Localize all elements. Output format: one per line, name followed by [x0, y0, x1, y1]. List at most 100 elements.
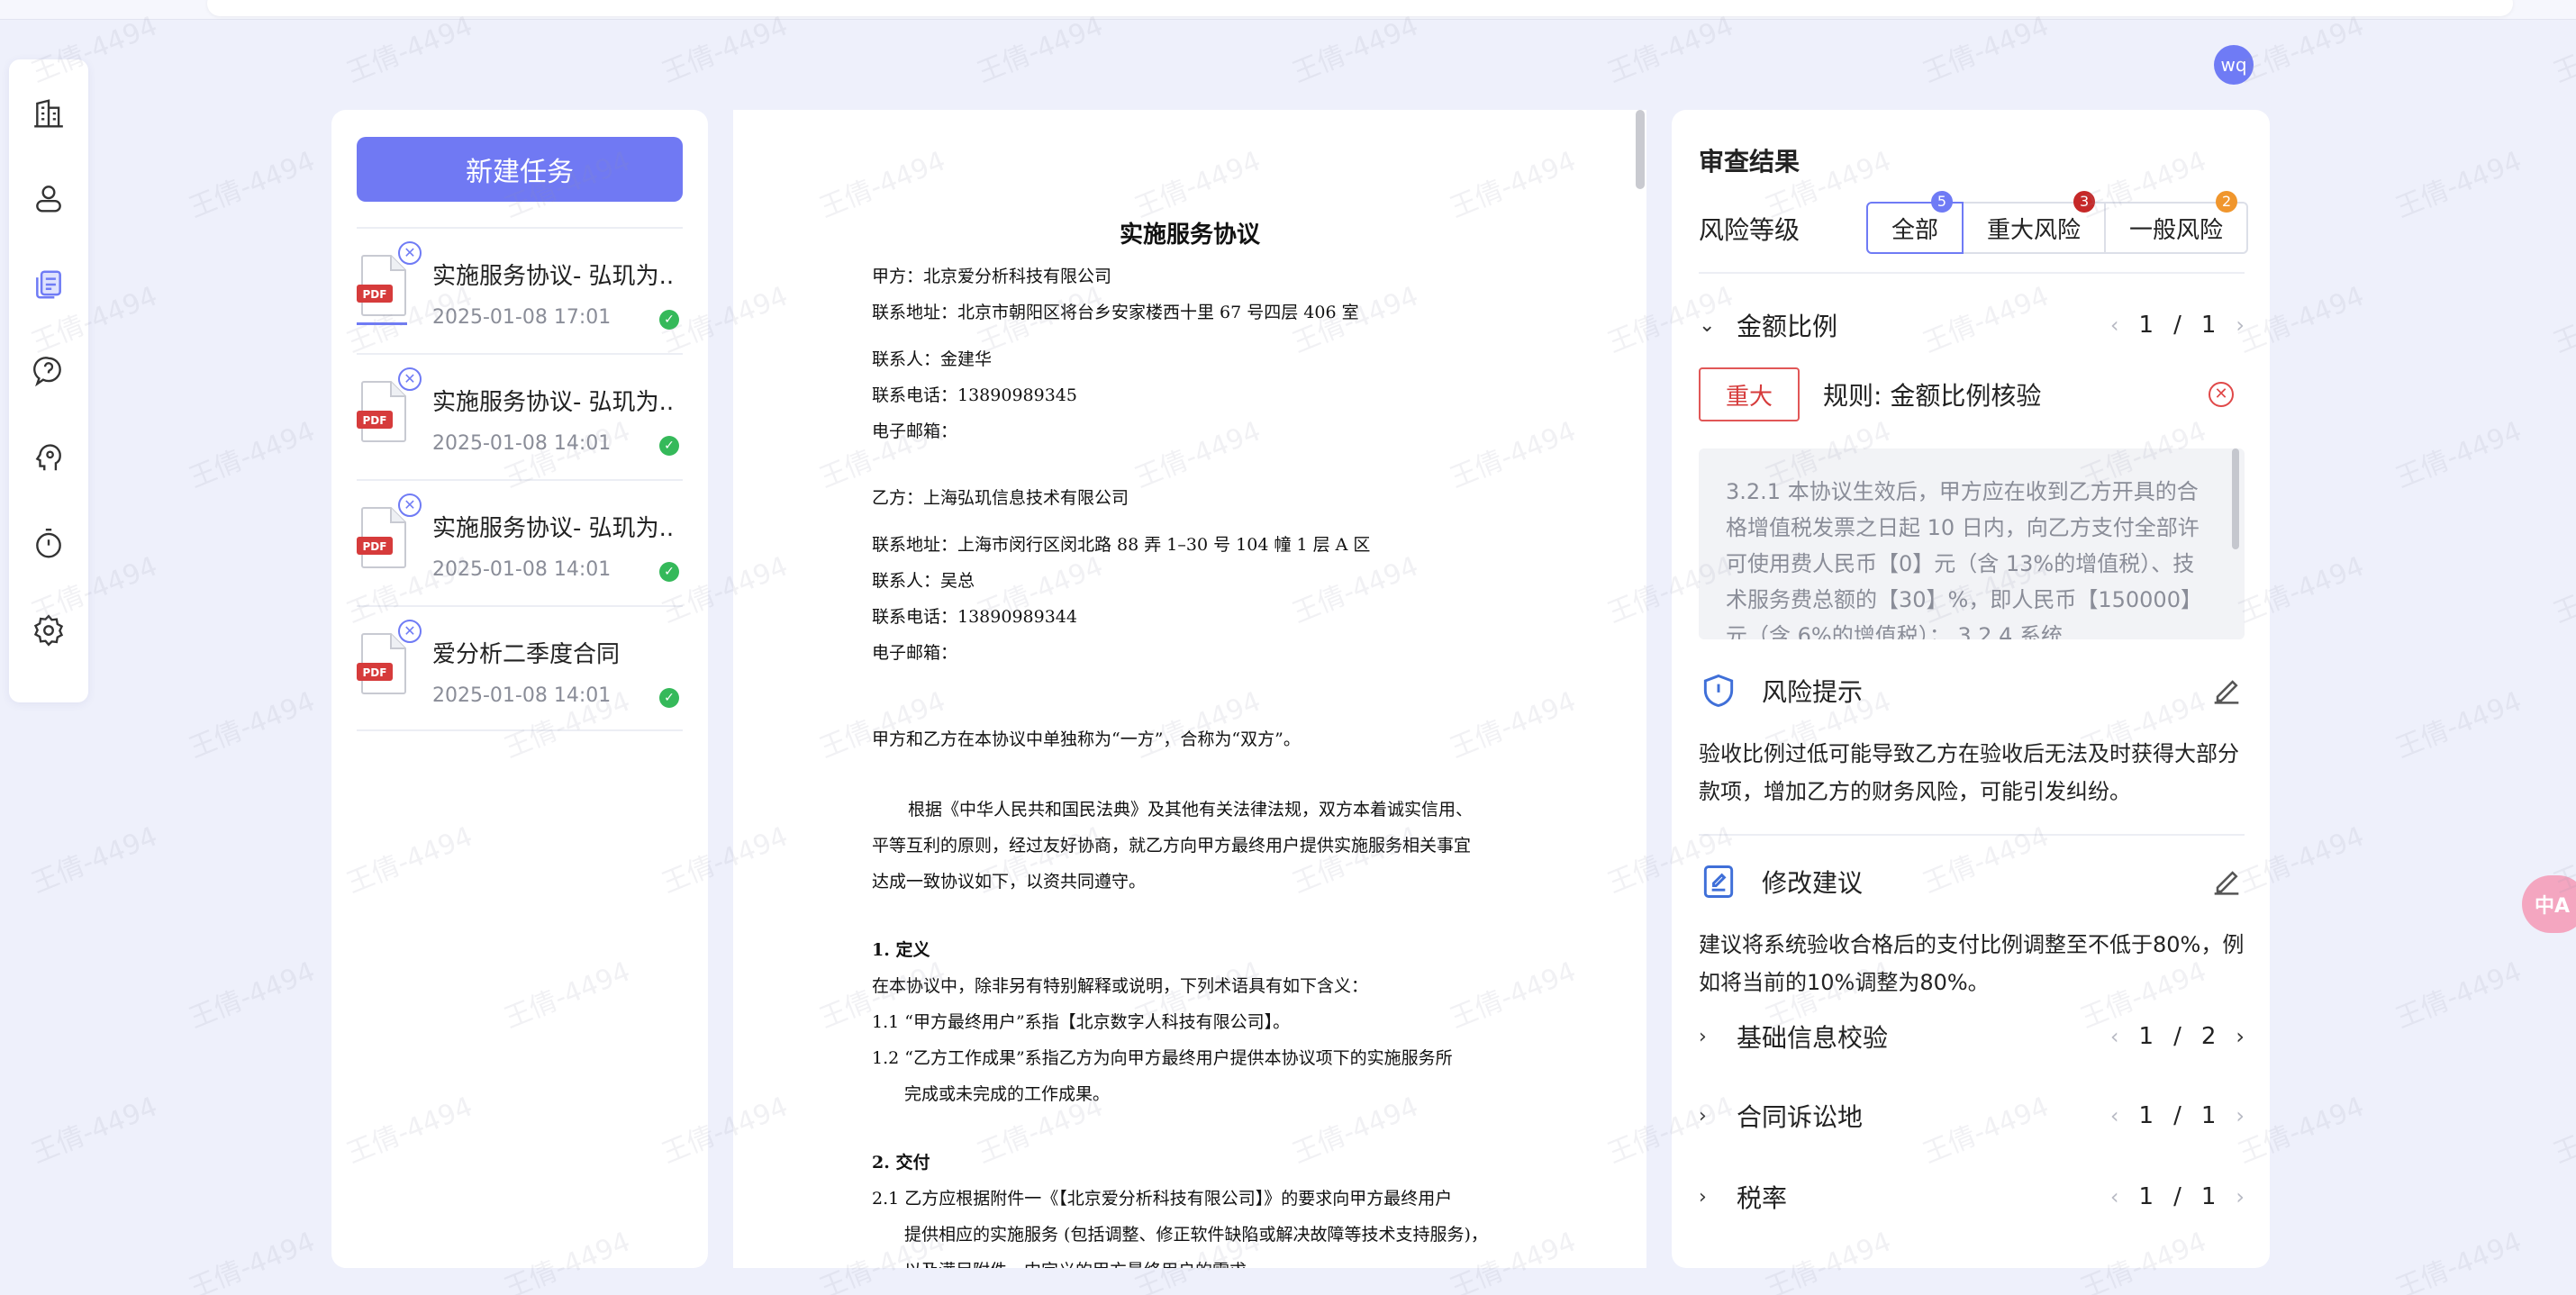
risk-tab[interactable]: 一般风险 2 — [2104, 191, 2249, 254]
contract-document: 实施服务协议 甲方：北京爱分析科技有限公司 联系地址：北京市朝阳区将台乡安家楼西十… — [733, 110, 1646, 1268]
contract-excerpt[interactable]: 3.2.1 本协议生效后，甲方应在收到乙方开具的合格增值税发票之日起 10 日内… — [1699, 448, 2245, 639]
remove-task-icon[interactable]: ✕ — [398, 241, 422, 265]
document-line: 1. 定义 — [872, 940, 930, 960]
nav-help-icon[interactable] — [31, 353, 67, 389]
nav-rail — [9, 59, 88, 702]
pdf-label: PDF — [363, 540, 387, 553]
task-list: PDF ✕ 实施服务协议- 弘玑为... 2025-01-08 17:01 ✓ PDF ✕ 实… — [357, 227, 683, 731]
pdf-file-icon: PDF — [357, 633, 406, 694]
prev-page-icon[interactable]: ‹ — [2110, 1024, 2119, 1049]
task-name: 实施服务协议- 弘玑为... — [432, 263, 676, 290]
section-name: 合同诉讼地 — [1737, 1102, 1864, 1132]
suggestion-title: 修改建议 — [1762, 868, 1864, 898]
document-scrollbar[interactable] — [1636, 110, 1645, 189]
pdf-label: PDF — [363, 288, 387, 301]
pdf-label: PDF — [363, 666, 387, 679]
prev-page-icon[interactable]: ‹ — [2110, 1103, 2119, 1128]
nav-building-icon[interactable] — [31, 95, 67, 131]
nav-settings-icon[interactable] — [31, 612, 67, 648]
task-item[interactable]: PDF ✕ 实施服务协议- 弘玑为... 2025-01-08 14:01 ✓ — [357, 479, 683, 605]
document-line: 1.1 “甲方最终用户”系指【北京数字人科技有限公司】。 — [872, 1012, 1291, 1032]
nav-timer-icon[interactable] — [31, 526, 67, 562]
new-task-button[interactable]: 新建任务 — [357, 137, 683, 202]
section-name: 税率 — [1737, 1183, 1788, 1213]
document-line: 达成一致协议如下，以资共同遵守。 — [872, 872, 1147, 892]
chevron-right-icon[interactable]: › — [1699, 1186, 1726, 1209]
document-line: 甲方和乙方在本协议中单独称为“一方”，合称为“双方”。 — [872, 729, 1301, 749]
document-line: 2.1 乙方应根据附件一《【北京爱分析科技有限公司】》的要求向甲方最终用户 — [872, 1189, 1453, 1209]
nav-documents-icon[interactable] — [31, 267, 67, 303]
risk-count-badge: 2 — [2216, 191, 2238, 213]
task-time: 2025-01-08 14:01 — [432, 684, 612, 707]
check-circle-icon: ✓ — [659, 310, 679, 330]
rule-label: 规则: 金额比例核验 — [1823, 381, 2042, 411]
section-amount-ratio[interactable]: ⌄ 金额比例 ‹ 1 / 1 › — [1699, 303, 2245, 348]
task-name: 实施服务协议- 弘玑为... — [432, 389, 676, 416]
document-line: 在本协议中，除非另有特别解释或说明，下列术语具有如下含义： — [872, 976, 1369, 996]
divider — [1699, 272, 2245, 274]
document-line: 乙方：上海弘玑信息技术有限公司 — [872, 488, 1129, 508]
check-circle-icon: ✓ — [659, 688, 679, 708]
risk-tabs: 全部 5 重大风险 3 一般风险 2 — [1866, 191, 2249, 254]
watermark-text: 王倩-4494 — [2549, 280, 2576, 360]
document-line: 平等互利的原则，经过友好协商，就乙方向甲方最终用户提供实施服务相关事宜 — [872, 836, 1472, 856]
severity-badge: 重大 — [1699, 367, 1800, 421]
section-pager: ‹ 1 / 1 › — [2110, 312, 2245, 339]
chevron-right-icon[interactable]: › — [1699, 1105, 1726, 1127]
page-current: 1 — [2138, 312, 2154, 339]
document-line: 提供相应的实施服务 (包括调整、修正软件缺陷或解决故障等技术支持服务)， — [904, 1225, 1488, 1245]
chevron-right-icon[interactable]: › — [1699, 1026, 1726, 1048]
translate-icon[interactable]: 中A — [2522, 875, 2576, 933]
remove-task-icon[interactable]: ✕ — [398, 620, 422, 643]
document-line: 联系电话：13890989345 — [872, 385, 1077, 405]
remove-task-icon[interactable]: ✕ — [398, 494, 422, 517]
task-time: 2025-01-08 14:01 — [432, 558, 612, 581]
next-page-icon[interactable]: › — [2236, 1024, 2245, 1049]
document-line: 完成或未完成的工作成果。 — [904, 1084, 1111, 1104]
document-line: 电子邮箱： — [872, 643, 958, 663]
watermark-text: 王倩-4494 — [27, 820, 162, 901]
risk-tab[interactable]: 重大风险 3 — [1962, 191, 2107, 254]
pdf-file-icon: PDF — [357, 381, 406, 442]
nav-user-icon[interactable] — [31, 180, 67, 216]
section-litigation-venue[interactable]: › 合同诉讼地 ‹ 1 / 1 › — [1699, 1093, 2245, 1138]
section-tax-rate[interactable]: › 税率 ‹ 1 / 1 › — [1699, 1174, 2245, 1219]
risk-tab-label: 重大风险 — [1987, 216, 2082, 244]
section-pager: ‹ 1 / 1 › — [2110, 1102, 2245, 1129]
watermark-text: 王倩-4494 — [0, 955, 5, 1036]
pdf-file-icon: PDF — [357, 507, 406, 568]
page-total: 1 — [2200, 1183, 2217, 1210]
next-page-icon[interactable]: › — [2236, 1184, 2245, 1209]
pdf-file-icon: PDF — [357, 255, 406, 316]
nav-ai-head-icon[interactable] — [31, 439, 67, 475]
review-title: 审查结果 — [1699, 147, 1800, 177]
suggestion-body: 建议将系统验收合格后的支付比例调整至不低于80%，例如将当前的10%调整为80%… — [1699, 932, 2245, 995]
user-avatar[interactable]: wq — [2214, 45, 2254, 85]
remove-task-icon[interactable]: ✕ — [398, 367, 422, 391]
page-total: 2 — [2200, 1023, 2217, 1050]
task-item[interactable]: PDF ✕ 实施服务协议- 弘玑为... 2025-01-08 14:01 ✓ — [357, 353, 683, 479]
edit-icon[interactable] — [2209, 864, 2245, 900]
task-item[interactable]: PDF ✕ 实施服务协议- 弘玑为... 2025-01-08 17:01 ✓ — [357, 227, 683, 353]
watermark-text: 王倩-4494 — [2391, 685, 2526, 765]
next-page-icon[interactable]: › — [2236, 1103, 2245, 1128]
document-line: 2. 交付 — [872, 1153, 930, 1173]
top-bar — [0, 0, 2576, 20]
section-pager: ‹ 1 / 2 › — [2110, 1023, 2245, 1050]
close-circle-icon[interactable]: ✕ — [2209, 382, 2234, 407]
task-panel: 新建任务 PDF ✕ 实施服务协议- 弘玑为... 2025-01-08 17:01 ✓… — [331, 110, 708, 1268]
top-search-bar[interactable] — [207, 0, 2513, 16]
edit-icon[interactable] — [2209, 673, 2245, 709]
prev-page-icon[interactable]: ‹ — [2110, 1184, 2119, 1209]
risk-tab[interactable]: 全部 5 — [1866, 191, 1964, 254]
task-item[interactable]: PDF ✕ 爱分析二季度合同 2025-01-08 14:01 ✓ — [357, 605, 683, 731]
chevron-down-icon[interactable]: ⌄ — [1699, 314, 1726, 337]
watermark-text: 王倩-4494 — [0, 415, 5, 495]
prev-page-icon[interactable]: ‹ — [2110, 312, 2119, 338]
check-circle-icon: ✓ — [659, 436, 679, 456]
section-basic-info[interactable]: › 基础信息校验 ‹ 1 / 2 › — [1699, 1014, 2245, 1059]
excerpt-scrollbar[interactable] — [2232, 448, 2239, 549]
watermark-text: 王倩-4494 — [185, 415, 320, 495]
next-page-icon[interactable]: › — [2236, 312, 2245, 338]
page-total: 1 — [2200, 1102, 2217, 1129]
